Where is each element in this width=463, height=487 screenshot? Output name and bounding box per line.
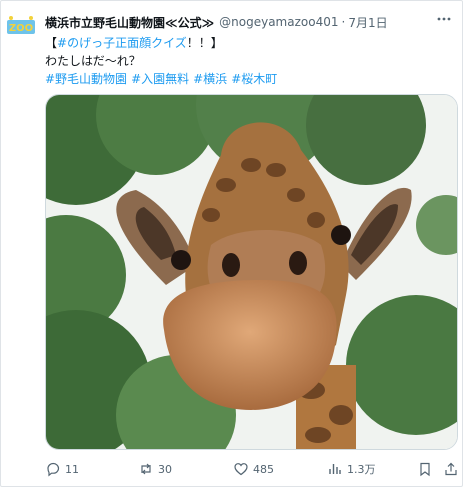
repost-icon (141, 463, 151, 475)
repost-count: 30 (158, 462, 172, 476)
views-icon (329, 464, 341, 474)
bracket-open: 【 (45, 36, 58, 50)
repost-button[interactable]: 30 (138, 459, 172, 479)
bookmark-icon (420, 462, 430, 477)
display-name[interactable]: 横浜市立野毛山動物園≪公式≫ (45, 14, 214, 31)
hashtag-free-admission[interactable]: #入園無料 (131, 72, 189, 86)
more-icon[interactable] (436, 11, 452, 27)
like-icon (234, 463, 248, 476)
separator: · (341, 15, 346, 29)
tweet-text: 【#のげっ子正面顔クイズ！！】 わたしはだ〜れ？ #野毛山動物園 #入園無料 #横浜… (45, 34, 445, 88)
quiz-hashtag[interactable]: #のげっ子正面顔クイズ (57, 36, 187, 50)
post-date[interactable]: 7月1日 (348, 14, 387, 31)
bookmark-button[interactable] (417, 459, 433, 479)
share-button[interactable] (443, 459, 459, 479)
handle[interactable]: @nogeyamazoo401 (219, 15, 338, 29)
views-button[interactable]: 1.3万 (327, 459, 376, 479)
question-line: わたしはだ〜れ？ (45, 54, 141, 68)
hashtag-nogeyama-zoo[interactable]: #野毛山動物園 (45, 72, 127, 86)
reply-icon (47, 462, 60, 477)
like-button[interactable]: 485 (233, 459, 274, 479)
quiz-title-line: 【#のげっ子正面顔クイズ！！】 (45, 34, 445, 52)
reply-count: 11 (65, 462, 79, 476)
tweet-card: ZOO 横浜市立野毛山動物園≪公式≫ @nogeyamazoo401 · 7月1… (0, 0, 463, 487)
giraffe-photo[interactable] (45, 94, 458, 450)
action-bar: 11 30 485 1.3万 (45, 459, 460, 479)
hashtag-line: #野毛山動物園 #入園無料 #横浜 #桜木町 (45, 70, 445, 88)
bracket-close: ！！】 (186, 36, 223, 50)
svg-text:ZOO: ZOO (9, 23, 33, 34)
hashtag-sakuragicho[interactable]: #桜木町 (231, 72, 277, 86)
share-icon (445, 462, 457, 476)
views-count: 1.3万 (347, 463, 376, 476)
zoo-logo-icon: ZOO (5, 10, 37, 42)
hashtag-yokohama[interactable]: #横浜 (193, 72, 227, 86)
like-count: 485 (253, 462, 274, 476)
avatar[interactable]: ZOO (5, 10, 37, 42)
tweet-header: 横浜市立野毛山動物園≪公式≫ @nogeyamazoo401 · 7月1日 (45, 13, 455, 31)
reply-button[interactable]: 11 (45, 459, 79, 479)
giraffe-face-image (46, 95, 457, 449)
